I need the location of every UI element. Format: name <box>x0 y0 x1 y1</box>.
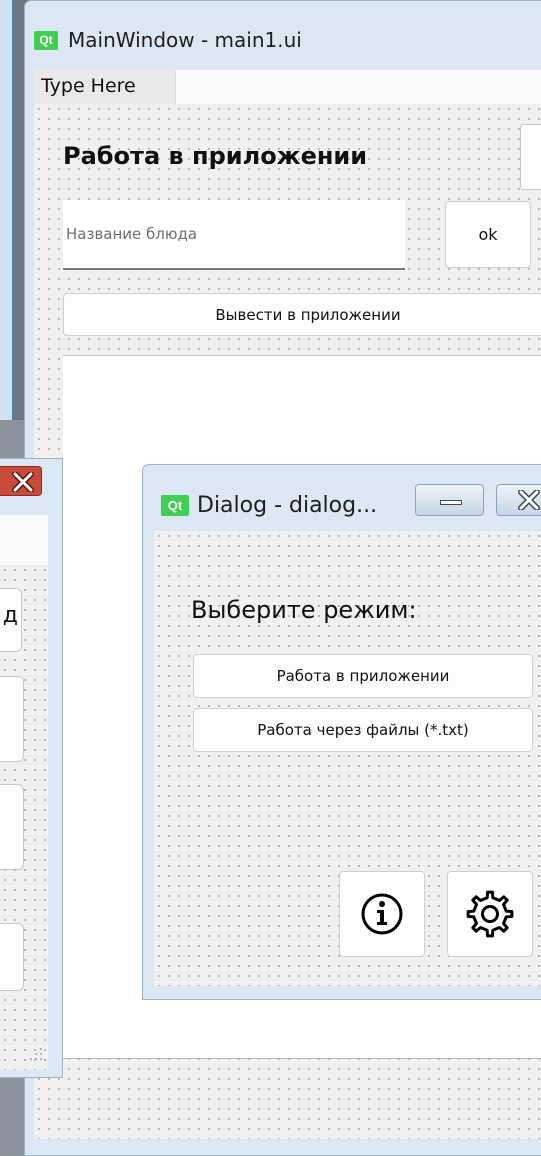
minimize-icon <box>440 500 462 505</box>
close-button[interactable] <box>496 484 541 516</box>
left-dialog-button-1-label: д <box>2 603 18 628</box>
gear-icon <box>466 890 514 938</box>
qt-logo-icon: Qt <box>161 494 189 516</box>
close-icon <box>518 490 540 510</box>
info-icon <box>361 893 403 935</box>
left-dialog-button-3[interactable] <box>0 784 24 870</box>
main-window-title: MainWindow - main1.ui <box>68 28 302 52</box>
left-dialog-button-1[interactable]: д <box>0 588 22 652</box>
left-dialog-button-4[interactable] <box>0 923 24 991</box>
info-button[interactable] <box>339 871 425 957</box>
dialog-titlebar: Qt Dialog - dialog... <box>161 492 378 518</box>
background-window-edge <box>0 0 14 420</box>
left-dialog-button-2[interactable] <box>0 676 24 762</box>
top-right-button[interactable] <box>520 124 541 190</box>
show-in-app-button[interactable]: Вывести в приложении <box>63 293 541 336</box>
menu-type-here[interactable]: Type Here <box>34 70 176 104</box>
ok-button[interactable]: ok <box>445 201 531 268</box>
dialog-title: Dialog - dialog... <box>197 492 378 518</box>
minimize-button[interactable] <box>415 484 484 516</box>
resize-grip-icon[interactable] <box>30 1044 44 1064</box>
close-icon <box>12 472 34 492</box>
left-dialog-close-button[interactable] <box>0 466 42 496</box>
mode-files-button[interactable]: Работа через файлы (*.txt) <box>193 708 533 752</box>
mode-app-button[interactable]: Работа в приложении <box>193 654 533 698</box>
divider <box>34 1058 541 1059</box>
page-title: Работа в приложении <box>63 142 368 170</box>
dialog-heading: Выберите режим: <box>191 596 417 624</box>
qt-logo-icon: Qt <box>34 30 58 50</box>
main-window-titlebar: Qt MainWindow - main1.ui <box>34 28 302 52</box>
left-dialog-menubar <box>0 515 48 565</box>
dish-name-input[interactable] <box>63 200 405 270</box>
settings-button[interactable] <box>447 871 533 957</box>
